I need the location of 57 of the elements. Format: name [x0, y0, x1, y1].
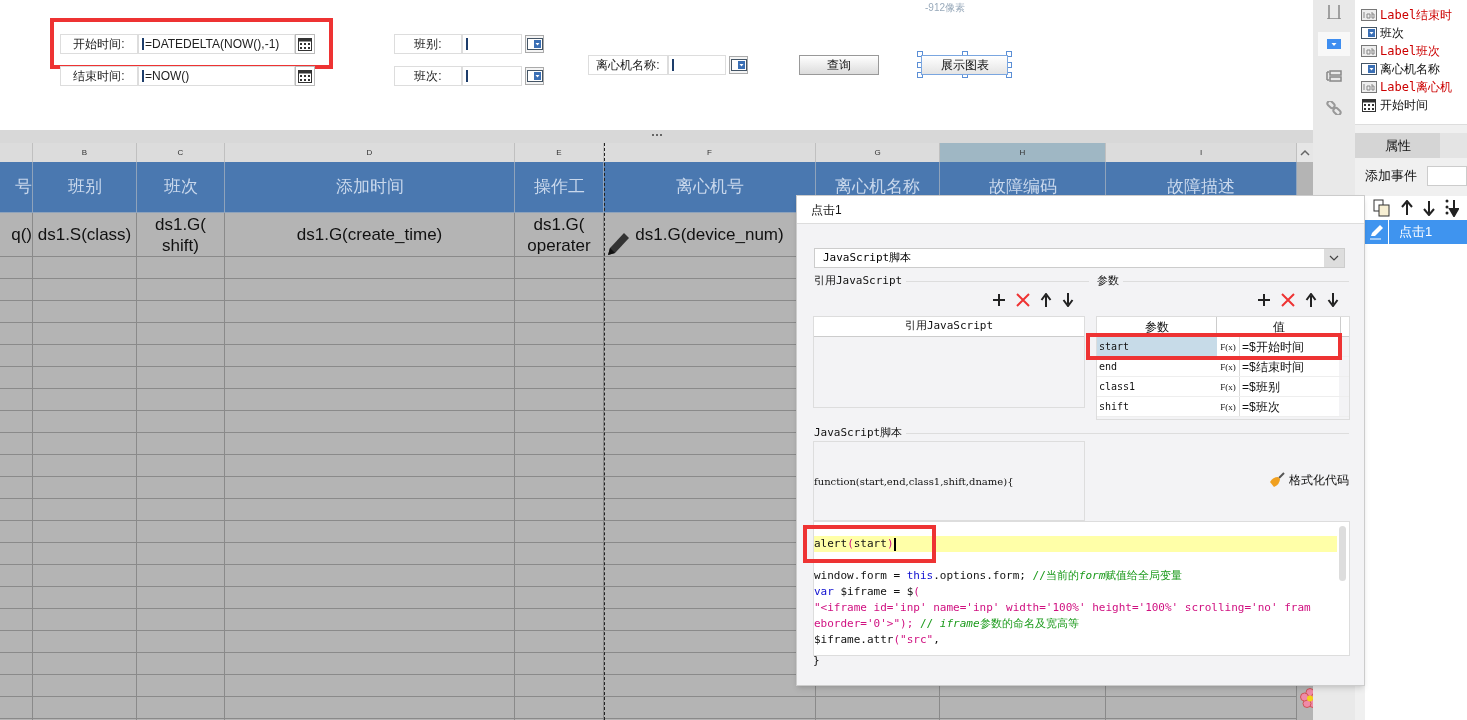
type-select[interactable]: JavaScript脚本 [814, 248, 1345, 268]
tree-item[interactable]: 开始时间 [1380, 96, 1428, 114]
formula-button[interactable]: F(x) [1217, 377, 1239, 396]
code-line: eborder='0'>"); // iframe参数的命名及宽高等 [814, 616, 1080, 632]
code-line: var $iframe = $( [814, 584, 921, 600]
table-cell: ds1.G( operater [515, 213, 604, 257]
column-header[interactable]: H [940, 143, 1106, 162]
table-cell: class1 [1097, 377, 1217, 396]
format-code-button[interactable]: 格式化代码 [1269, 471, 1349, 489]
input-field[interactable]: =NOW() [138, 66, 295, 86]
column-header: 值 [1217, 317, 1341, 336]
column-header: 引用JavaScript [814, 317, 1084, 337]
param-row[interactable]: shift F(x) =$班次 [1097, 397, 1349, 417]
tree-item[interactable]: Label班次 [1380, 42, 1441, 60]
code-line: window.form = this.options.form; //当前的form赋值给全局变量 [814, 568, 1184, 584]
field-label: 班次: [394, 66, 462, 86]
function-signature: function(start,end,class1,shift,dname){ [813, 441, 1085, 521]
param-row[interactable]: class1 F(x) =$班别 [1097, 377, 1349, 397]
table-cell: ds1.G( shift) [137, 213, 225, 257]
section-title: JavaScript脚本 [814, 425, 903, 441]
code-line: $iframe.attr("src", [814, 632, 941, 648]
table-header-cell: 班次 [137, 162, 225, 213]
input-field[interactable]: =DATEDELTA(NOW(),-1) [138, 34, 295, 54]
column-header: 参数 [1097, 317, 1217, 336]
tree-item[interactable]: Label离心机 [1380, 78, 1453, 96]
field-label: 班别: [394, 34, 462, 54]
table-cell: =$开始时间 [1239, 337, 1339, 356]
table-header-cell: 添加时间 [225, 162, 515, 213]
section-title: 参数 [1097, 273, 1119, 289]
formula-button[interactable]: F(x) [1217, 337, 1239, 356]
code-line: "<iframe id='inp' name='inp' width='100%' height='100%' scrolling='no' fram [814, 600, 1312, 616]
code-line: } [813, 653, 820, 669]
table-header-cell: 操作工 [515, 162, 604, 213]
field-label: 离心机名称: [588, 55, 668, 75]
table-header-cell: 班别 [33, 162, 137, 213]
table-cell: =$班次 [1239, 397, 1339, 416]
section-title: 引用JavaScript [814, 273, 903, 289]
tree-item[interactable]: Label结束时 [1380, 6, 1453, 24]
table-cell: ds1.G(create_time) [225, 213, 515, 257]
formula-button[interactable]: F(x) [1217, 397, 1239, 416]
param-row[interactable]: end F(x) =$结束时间 [1097, 357, 1349, 377]
table-cell: shift [1097, 397, 1217, 416]
table-cell: =$班别 [1239, 377, 1339, 396]
table-cell: ds1.S(class) [33, 213, 137, 257]
field-label: 开始时间: [60, 34, 138, 54]
button[interactable]: 展示图表 [921, 55, 1008, 75]
table-cell: q() [0, 213, 33, 257]
param-row[interactable]: start F(x) =$开始时间 [1097, 337, 1349, 357]
tree-item[interactable]: 离心机名称 [1380, 60, 1440, 78]
table-header-cell: 号 [0, 162, 33, 213]
button[interactable]: 查询 [799, 55, 879, 75]
tab[interactable]: 属性 [1355, 133, 1440, 158]
table-cell: start [1097, 337, 1217, 356]
field-label: 结束时间: [60, 66, 138, 86]
tree-item[interactable]: 班次 [1380, 24, 1404, 42]
field-label: 添加事件 [1365, 167, 1417, 186]
ruler-hint: -912像素 [925, 1, 965, 15]
